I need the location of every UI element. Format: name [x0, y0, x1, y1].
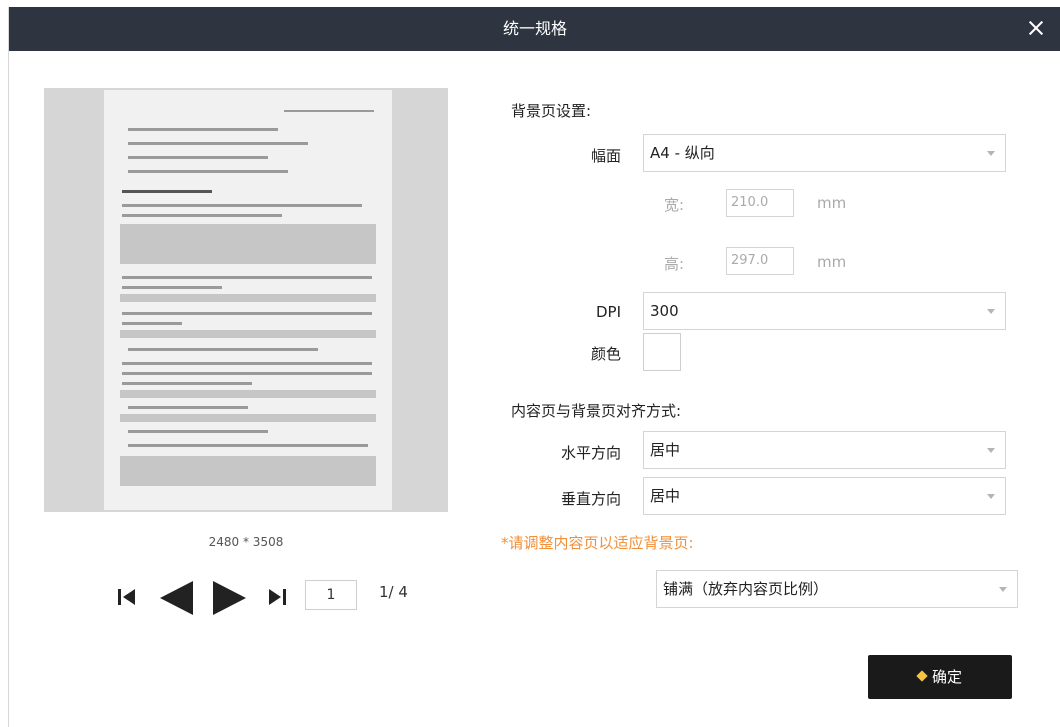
dpi-label: DPI [595, 303, 621, 321]
vertical-align-select[interactable]: 居中 [643, 477, 1006, 515]
confirm-label: 确定 [931, 668, 962, 686]
dpi-select-value: 300 [650, 302, 679, 320]
confirm-button[interactable]: 确定 [868, 655, 1012, 699]
chevron-down-icon [999, 587, 1007, 592]
background-section-title: 背景页设置: [511, 102, 592, 120]
vertical-align-value: 居中 [650, 487, 681, 505]
size-select-value: A4 - 纵向 [650, 144, 715, 162]
chevron-down-icon [987, 494, 995, 499]
next-page-icon[interactable] [212, 581, 246, 615]
horizontal-label: 水平方向 [560, 444, 621, 462]
document-page-thumbnail [104, 90, 392, 510]
horizontal-align-select[interactable]: 居中 [643, 431, 1006, 469]
width-unit: mm [817, 194, 847, 212]
alignment-section-title: 内容页与背景页对齐方式: [511, 402, 682, 420]
dpi-select[interactable]: 300 [643, 292, 1006, 330]
height-unit: mm [817, 253, 847, 271]
image-dimensions: 2480 * 3508 [208, 535, 284, 549]
color-swatch[interactable] [643, 333, 681, 371]
horizontal-align-value: 居中 [650, 441, 681, 459]
last-page-icon[interactable] [268, 588, 286, 606]
dialog-titlebar: 统一规格 [9, 7, 1060, 51]
color-label: 颜色 [590, 345, 621, 363]
height-label: 高: [664, 255, 685, 273]
chevron-down-icon [987, 151, 995, 156]
page-preview [44, 88, 448, 512]
width-input[interactable]: 210.0 [726, 189, 794, 217]
fit-mode-select[interactable]: 铺满（放弃内容页比例） [656, 570, 1018, 608]
width-label: 宽: [664, 196, 685, 214]
dialog-title: 统一规格 [502, 19, 567, 38]
diamond-icon [916, 670, 928, 682]
vertical-label: 垂直方向 [560, 490, 621, 508]
chevron-down-icon [987, 309, 995, 314]
previous-page-icon[interactable] [160, 581, 194, 615]
close-icon[interactable] [1025, 17, 1047, 39]
fit-notice: *请调整内容页以适应背景页: [501, 534, 694, 552]
height-input[interactable]: 297.0 [726, 247, 794, 275]
page-number-input[interactable]: 1 [305, 580, 357, 610]
fit-mode-value: 铺满（放弃内容页比例） [663, 580, 829, 598]
size-select[interactable]: A4 - 纵向 [643, 134, 1006, 172]
first-page-icon[interactable] [118, 588, 136, 606]
chevron-down-icon [987, 448, 995, 453]
page-count: 1/ 4 [379, 583, 408, 601]
size-label: 幅面 [590, 147, 621, 165]
